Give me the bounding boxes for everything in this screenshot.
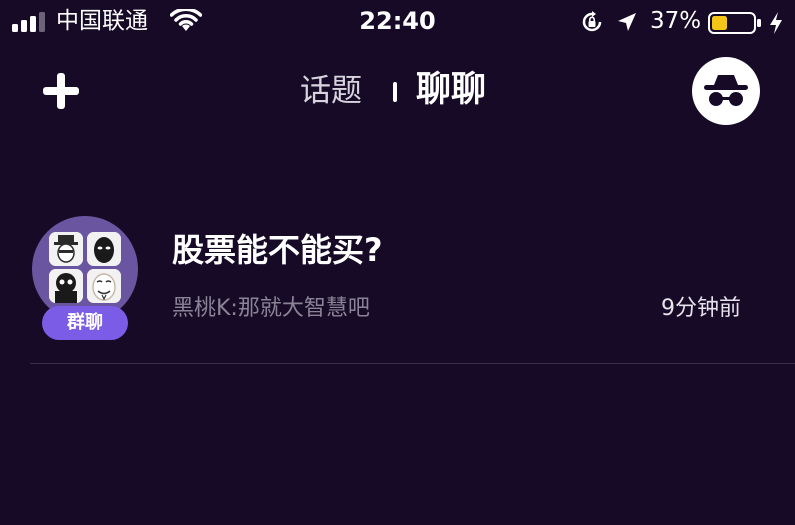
tab-chat[interactable]: 聊聊	[416, 66, 506, 114]
app-screen: 中国联通 22:40 37% 话题 聊聊 群聊 股票能不能买? 黑桃K:那就大智…	[0, 0, 795, 525]
chat-list-item[interactable]: 群聊 股票能不能买? 黑桃K:那就大智慧吧 9分钟前	[0, 200, 795, 364]
nav-bar: 话题 聊聊	[0, 50, 795, 134]
tab-switcher: 话题 聊聊	[0, 68, 795, 114]
black-mask-icon	[87, 232, 121, 266]
member-avatar	[87, 232, 121, 266]
last-message-preview: 黑桃K:那就大智慧吧	[172, 296, 370, 321]
member-avatar	[49, 269, 83, 303]
tab-divider	[393, 82, 397, 102]
battery-percentage: 37%	[650, 8, 702, 34]
tab-topics[interactable]: 话题	[300, 68, 370, 114]
battery-icon	[708, 12, 761, 34]
incognito-profile-button[interactable]	[692, 57, 760, 125]
location-arrow-icon	[618, 13, 636, 31]
list-divider	[30, 363, 795, 364]
charging-bolt-icon	[770, 12, 782, 34]
hat-man-icon	[49, 232, 83, 266]
last-message-time: 9分钟前	[661, 296, 741, 321]
group-chat-badge: 群聊	[42, 306, 128, 340]
status-bar: 中国联通 22:40 37%	[0, 0, 795, 46]
rotation-lock-icon	[582, 11, 602, 32]
chat-title: 股票能不能买?	[172, 231, 383, 269]
gas-mask-icon	[49, 269, 83, 303]
member-avatar	[87, 269, 121, 303]
guy-fawkes-mask-icon	[87, 269, 121, 303]
incognito-icon	[704, 75, 748, 106]
member-avatar	[49, 232, 83, 266]
